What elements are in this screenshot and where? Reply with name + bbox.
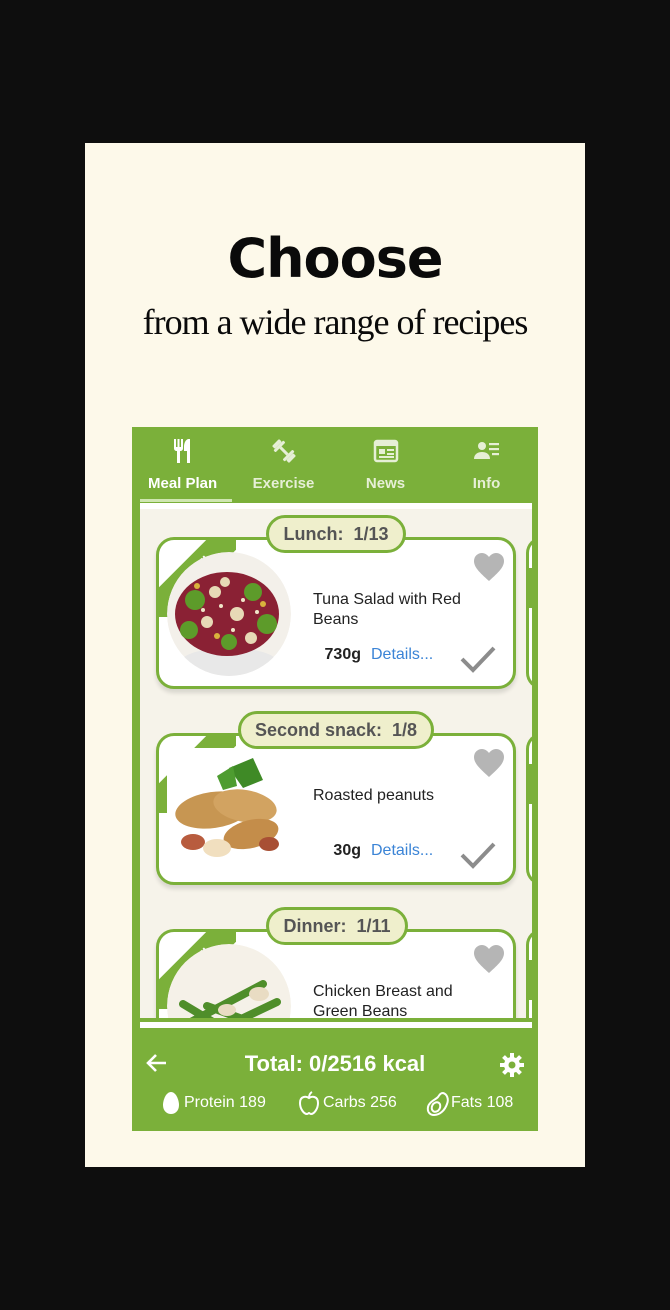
tab-bar: Meal Plan Exercise News Info: [132, 427, 538, 503]
avocado-icon: [426, 1091, 449, 1117]
check-icon[interactable]: [459, 840, 497, 870]
macro-protein: Protein 189: [162, 1091, 272, 1121]
heart-icon[interactable]: [473, 944, 505, 974]
tab-exercise[interactable]: Exercise: [233, 427, 334, 503]
tab-news[interactable]: News: [335, 427, 436, 503]
meal-weight: 730g: [324, 646, 361, 663]
meal-pill-lunch: Lunch: 1/13: [266, 515, 406, 553]
next-card-edge[interactable]: [526, 929, 532, 1018]
tab-label: Exercise: [252, 475, 315, 492]
summary-bar: Total: 0/2516 kcal Protein 189 Carbs 256…: [132, 1033, 538, 1131]
tab-meal-plan[interactable]: Meal Plan: [132, 427, 233, 503]
tuna-salad-photo: [167, 552, 291, 676]
details-link[interactable]: Details...: [371, 842, 433, 860]
next-card-edge[interactable]: [526, 537, 532, 689]
meal-card-second-snack[interactable]: NEW! Roasted peanuts 30g: [156, 733, 516, 885]
meal-card-lunch[interactable]: NEW! Tuna Salad with Red Beans 730g Deta…: [156, 537, 516, 689]
meal-name: Chicken Breast and Green Beans: [313, 983, 453, 1018]
heart-icon[interactable]: [473, 552, 505, 582]
fork-knife-icon: [174, 439, 190, 463]
details-link[interactable]: Details...: [371, 646, 433, 664]
horizontal-scroll-track[interactable]: [140, 1022, 532, 1028]
meal-pill-second-snack: Second snack: 1/8: [238, 711, 434, 749]
active-tab-indicator: [140, 499, 232, 502]
promo-poster: Choose from a wide range of recipes Meal…: [85, 143, 585, 1167]
macro-fats: Fats 108: [426, 1091, 534, 1121]
app-screenshot: Meal Plan Exercise News Info Tuna Salad …: [132, 427, 538, 1131]
tab-info[interactable]: Info: [436, 427, 537, 503]
meal-list[interactable]: NEW! Tuna Salad with Red Beans 730g Deta…: [140, 503, 532, 1018]
meal-weight: 30g: [333, 842, 361, 859]
meal-pill-dinner: Dinner: 1/11: [266, 907, 408, 945]
tab-label: Meal Plan: [148, 475, 218, 492]
back-arrow-icon[interactable]: [146, 1053, 168, 1073]
tab-label: News: [365, 475, 406, 492]
meal-name: Roasted peanuts: [313, 787, 434, 804]
newspaper-icon: [373, 439, 399, 463]
peanuts-photo: [167, 748, 291, 872]
egg-icon: [163, 1092, 179, 1114]
dumbbell-icon: [272, 439, 296, 463]
check-icon[interactable]: [459, 644, 497, 674]
apple-icon: [298, 1091, 320, 1115]
total-kcal: Total: 0/2516 kcal: [244, 1051, 426, 1076]
gear-icon[interactable]: [500, 1053, 524, 1077]
profile-info-icon: [474, 442, 499, 459]
headline: Choose: [227, 227, 443, 290]
tab-label: Info: [472, 475, 501, 492]
heart-icon[interactable]: [473, 748, 505, 778]
subheadline: from a wide range of recipes: [142, 302, 529, 342]
macro-carbs: Carbs 256: [298, 1091, 402, 1121]
meal-name: Tuna Salad with Red Beans: [313, 591, 461, 628]
next-card-edge[interactable]: [526, 733, 532, 885]
